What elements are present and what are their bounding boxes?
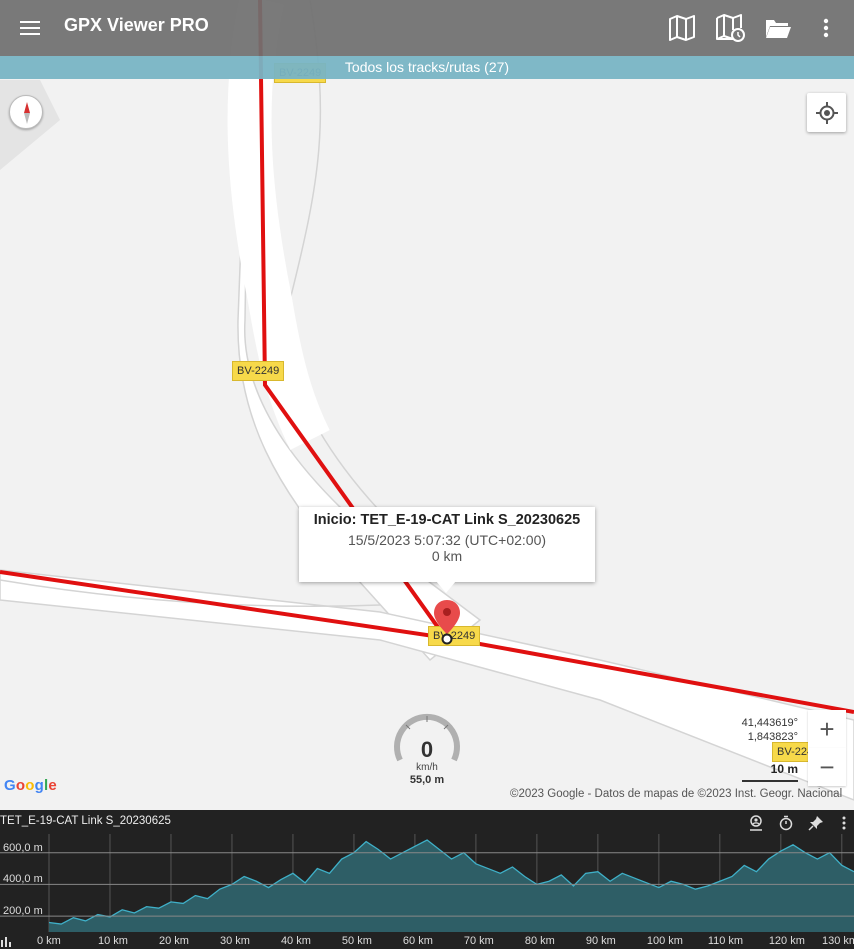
x-tick-label: 0 km [37, 935, 61, 947]
popup-datetime: 15/5/2023 5:07:32 (UTC+02:00) [347, 532, 547, 548]
x-tick-label: 110 km [707, 935, 744, 947]
popup-tail [436, 581, 456, 593]
x-tick-label: 60 km [402, 935, 433, 947]
pin-button[interactable] [806, 813, 826, 833]
speedometer: 0 km/h 55,0 m [390, 710, 464, 790]
x-tick-label: 40 km [280, 935, 311, 947]
road-label: BV-2249 [232, 361, 285, 381]
stopwatch-button[interactable] [776, 813, 796, 833]
person-pin-button[interactable] [746, 813, 766, 833]
scale-label: 10 m [770, 762, 798, 776]
app-root: BV-2249 BV-2249 BV-2249 BV-2249 [0, 0, 854, 949]
elevation-track-name: TET_E-19-CAT Link S_20230625 [0, 815, 171, 827]
stopwatch-icon [779, 815, 793, 831]
scale-line [742, 780, 798, 782]
elevation-panel[interactable]: TET_E-19-CAT Link S_20230625 200,0 m 400… [0, 810, 854, 949]
x-tick-label: 70 km [463, 935, 494, 947]
app-title: GPX Viewer PRO [64, 15, 209, 35]
track-filter-bar[interactable]: Todos los tracks/rutas (27) [0, 56, 854, 79]
map-canvas[interactable] [0, 0, 854, 810]
elevation-area [49, 840, 854, 932]
more-vert-icon [842, 816, 846, 830]
current-elevation: 55,0 m [409, 774, 445, 786]
y-tick-label: 200,0 m [3, 905, 43, 918]
y-tick-label: 400,0 m [3, 873, 43, 886]
chart-type-icon[interactable] [0, 934, 14, 948]
x-tick-label: 80 km [524, 935, 555, 947]
open-folder-button[interactable] [760, 10, 796, 46]
pin-icon [808, 816, 823, 831]
x-tick-label: 90 km [585, 935, 616, 947]
zoom-in-button[interactable]: + [808, 710, 846, 748]
marker-info-popup[interactable]: Inicio: TET_E-19-CAT Link S_20230625 15/… [299, 507, 595, 582]
y-tick-label: 600,0 m [3, 841, 43, 854]
more-vert-icon [823, 18, 829, 38]
speed-unit: km/h [416, 762, 438, 773]
x-tick-label: 100 km [646, 935, 683, 947]
menu-button[interactable] [14, 12, 46, 44]
longitude: 1,843823° [747, 731, 798, 743]
map-offline-icon [716, 14, 745, 42]
popup-title: Inicio: TET_E-19-CAT Link S_20230625 [313, 512, 581, 528]
track-filter-label: Todos los tracks/rutas (27) [344, 59, 510, 75]
speed-value: 0 [420, 737, 434, 762]
compass-button[interactable] [9, 95, 43, 129]
more-options-button[interactable] [808, 10, 844, 46]
coordinates-readout: 41,443619° 1,843823° [742, 716, 798, 744]
map-offline-button[interactable] [712, 10, 748, 46]
x-tick-label: 130 km [822, 935, 854, 947]
latitude: 41,443619° [741, 717, 798, 729]
elevation-chart[interactable] [0, 810, 854, 949]
popup-distance: 0 km [431, 548, 463, 564]
menu-icon [20, 21, 40, 35]
x-tick-label: 20 km [158, 935, 189, 947]
my-location-button[interactable] [807, 93, 846, 132]
my-location-icon [815, 101, 838, 124]
app-bar: GPX Viewer PRO [0, 0, 854, 56]
map-view[interactable]: BV-2249 BV-2249 BV-2249 BV-2249 [0, 0, 854, 810]
scale-bar: 10 m [742, 762, 798, 784]
start-marker-icon[interactable] [432, 598, 462, 646]
person-pin-icon [750, 815, 762, 831]
map-layers-icon [669, 15, 695, 41]
elevation-more-button[interactable] [834, 813, 854, 833]
x-tick-label: 120 km [768, 935, 805, 947]
x-tick-label: 30 km [219, 935, 250, 947]
map-layers-button[interactable] [664, 10, 700, 46]
map-attribution[interactable]: ©2023 Google - Datos de mapas de ©2023 I… [510, 788, 854, 800]
folder-open-icon [766, 20, 791, 38]
compass-icon [24, 102, 30, 124]
x-tick-label: 50 km [341, 935, 372, 947]
x-tick-label: 10 km [97, 935, 128, 947]
zoom-out-button[interactable]: − [808, 748, 846, 786]
google-logo: Google [4, 777, 57, 794]
